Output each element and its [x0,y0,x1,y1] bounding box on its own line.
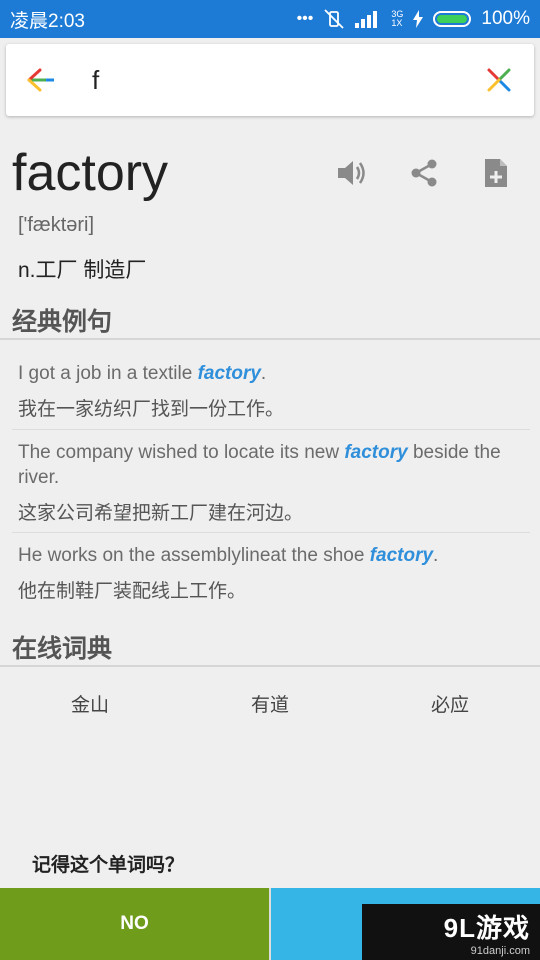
more-dots-icon: ••• [296,10,314,27]
example-item: The company wished to locate its new fac… [18,440,523,525]
divider [12,532,530,533]
example-item: I got a job in a textile factory. 我在一家纺织… [18,361,523,421]
status-time: 凌晨2:03 [10,10,85,32]
example-chinese: 我在一家纺织厂找到一份工作。 [18,399,285,420]
search-bar [6,44,534,116]
back-arrow-icon[interactable] [6,44,76,116]
dict-link-jinshan[interactable]: 金山 [0,686,180,726]
highlighted-word: factory [344,442,408,463]
remember-question: 记得这个单词吗？ [32,855,185,876]
highlighted-word: factory [369,545,434,566]
add-note-icon[interactable] [460,138,532,208]
example-english: I got a job in a textile factory. [18,363,267,384]
example-chinese: 这家公司希望把新工厂建在河边。 [18,503,304,524]
vibrate-off-icon [324,9,345,29]
no-button[interactable]: NO [0,888,269,960]
battery-icon [433,11,472,27]
divider [0,338,540,340]
example-english: He works on the assemblylineat the shoe … [18,545,439,566]
online-dict-links: 金山 有道 必应 [0,686,540,726]
watermark-site: 91danji.com [470,944,530,957]
word-header: factory [12,138,532,208]
network-type: 3G 1X [391,9,404,28]
headword: factory [12,144,169,202]
battery-percent: 100% [481,8,530,29]
divider [12,429,530,430]
signal-icon [355,11,378,28]
meaning: n.工厂 制造厂 [18,259,147,282]
watermark-logo: 9L游戏 [443,912,530,943]
share-icon[interactable] [388,138,460,208]
watermark: 9L游戏 91danji.com [362,904,540,960]
example-english: The company wished to locate its new fac… [18,442,501,488]
status-bar: 凌晨2:03 ••• 3G 1X 100% [0,0,540,38]
phonetic: ['fæktəri] [18,214,95,236]
example-item: He works on the assemblylineat the shoe … [18,543,523,603]
dict-link-bing[interactable]: 必应 [360,686,540,726]
examples-title: 经典例句 [12,308,113,336]
close-icon[interactable] [464,44,534,116]
online-dict-title: 在线词典 [12,635,113,663]
status-icons: ••• 3G 1X 100% [297,8,530,30]
divider [0,665,540,667]
dict-link-youdao[interactable]: 有道 [180,686,360,726]
example-chinese: 他在制鞋厂装配线上工作。 [18,581,247,602]
charging-bolt-icon [413,10,424,28]
highlighted-word: factory [197,363,261,384]
search-input[interactable] [76,50,464,110]
speaker-icon[interactable] [316,138,388,208]
